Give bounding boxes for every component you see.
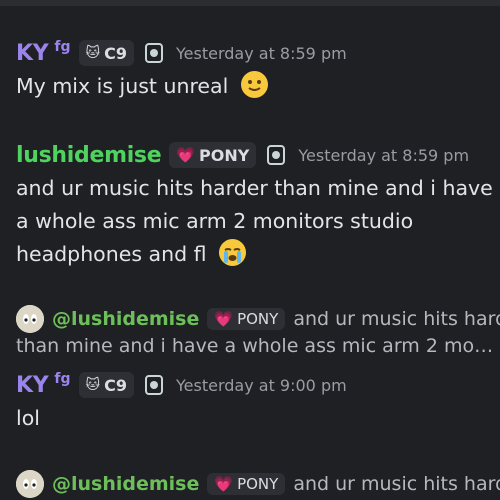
cat-icon: 🐱 (85, 377, 101, 393)
timestamp[interactable]: Yesterday at 9:00 pm (176, 376, 347, 395)
reply-preview-continued: than mine and i have a whole ass mic arm… (16, 335, 500, 357)
server-tag[interactable]: 🐱 C9 (78, 40, 134, 66)
slightly-smiling-face-icon[interactable] (240, 71, 268, 98)
server-tag-label: PONY (237, 310, 279, 328)
role-badge-icon[interactable] (266, 143, 286, 167)
message: KY fg 🐱 C9 Yesterday at 8:59 pm My mix i… (16, 38, 500, 103)
reply-preview[interactable]: @lushidemise 💗 PONY and ur music hits ha… (16, 470, 500, 498)
server-tag[interactable]: 💗 PONY (207, 308, 286, 330)
reply-preview[interactable]: @lushidemise 💗 PONY and ur music hits ha… (16, 305, 500, 333)
avatar[interactable] (16, 470, 44, 498)
server-tag-label: PONY (199, 145, 250, 165)
message-content: and ur music hits harder than mine and i… (16, 172, 500, 271)
server-tag[interactable]: 🐱 C9 (78, 372, 134, 398)
reply-mention[interactable]: @lushidemise (52, 473, 199, 495)
reply-preview-text: and ur music hits harder (293, 308, 500, 330)
timestamp[interactable]: Yesterday at 8:59 pm (298, 146, 469, 165)
role-badge-icon[interactable] (144, 41, 164, 65)
message-content: lol (16, 402, 500, 435)
reply-preview-text: and ur music hits harder (293, 473, 500, 495)
message-line: and ur music hits harder than mine and i… (16, 176, 493, 200)
message-text: lol (16, 406, 40, 430)
message-content: My mix is just unreal (16, 70, 500, 103)
message-line-last: headphones and fl (16, 238, 500, 271)
message-line: headphones and fl (16, 242, 207, 266)
heart-icon: 💗 (176, 146, 196, 164)
message-line: a whole ass mic arm 2 monitors studio (16, 209, 414, 233)
author-name[interactable]: KY (16, 373, 49, 398)
author-name[interactable]: KY (16, 41, 49, 66)
author-suffix: fg (54, 371, 71, 387)
top-divider (0, 0, 500, 6)
message-header: lushidemise 💗 PONY Yesterday at 8:59 pm (16, 140, 500, 170)
author-suffix: fg (54, 39, 71, 55)
server-tag[interactable]: 💗 PONY (207, 473, 286, 495)
heart-icon: 💗 (214, 310, 234, 328)
server-tag-label: PONY (237, 475, 279, 493)
loudly-crying-face-icon[interactable] (219, 239, 247, 266)
message: KY fg 🐱 C9 Yesterday at 9:00 pm lol (16, 370, 500, 435)
heart-icon: 💗 (214, 475, 234, 493)
message: lushidemise 💗 PONY Yesterday at 8:59 pm … (16, 140, 500, 271)
server-tag[interactable]: 💗 PONY (169, 142, 257, 168)
timestamp[interactable]: Yesterday at 8:59 pm (176, 44, 347, 63)
server-tag-label: C9 (104, 375, 127, 395)
server-tag-label: C9 (104, 43, 127, 63)
message-header: KY fg 🐱 C9 Yesterday at 9:00 pm (16, 370, 500, 400)
message-text: My mix is just unreal (16, 74, 229, 98)
reply-mention[interactable]: @lushidemise (52, 308, 199, 330)
author-name[interactable]: lushidemise (16, 143, 162, 168)
role-badge-icon[interactable] (144, 373, 164, 397)
message-header: KY fg 🐱 C9 Yesterday at 8:59 pm (16, 38, 500, 68)
avatar[interactable] (16, 305, 44, 333)
cat-icon: 🐱 (85, 45, 101, 61)
